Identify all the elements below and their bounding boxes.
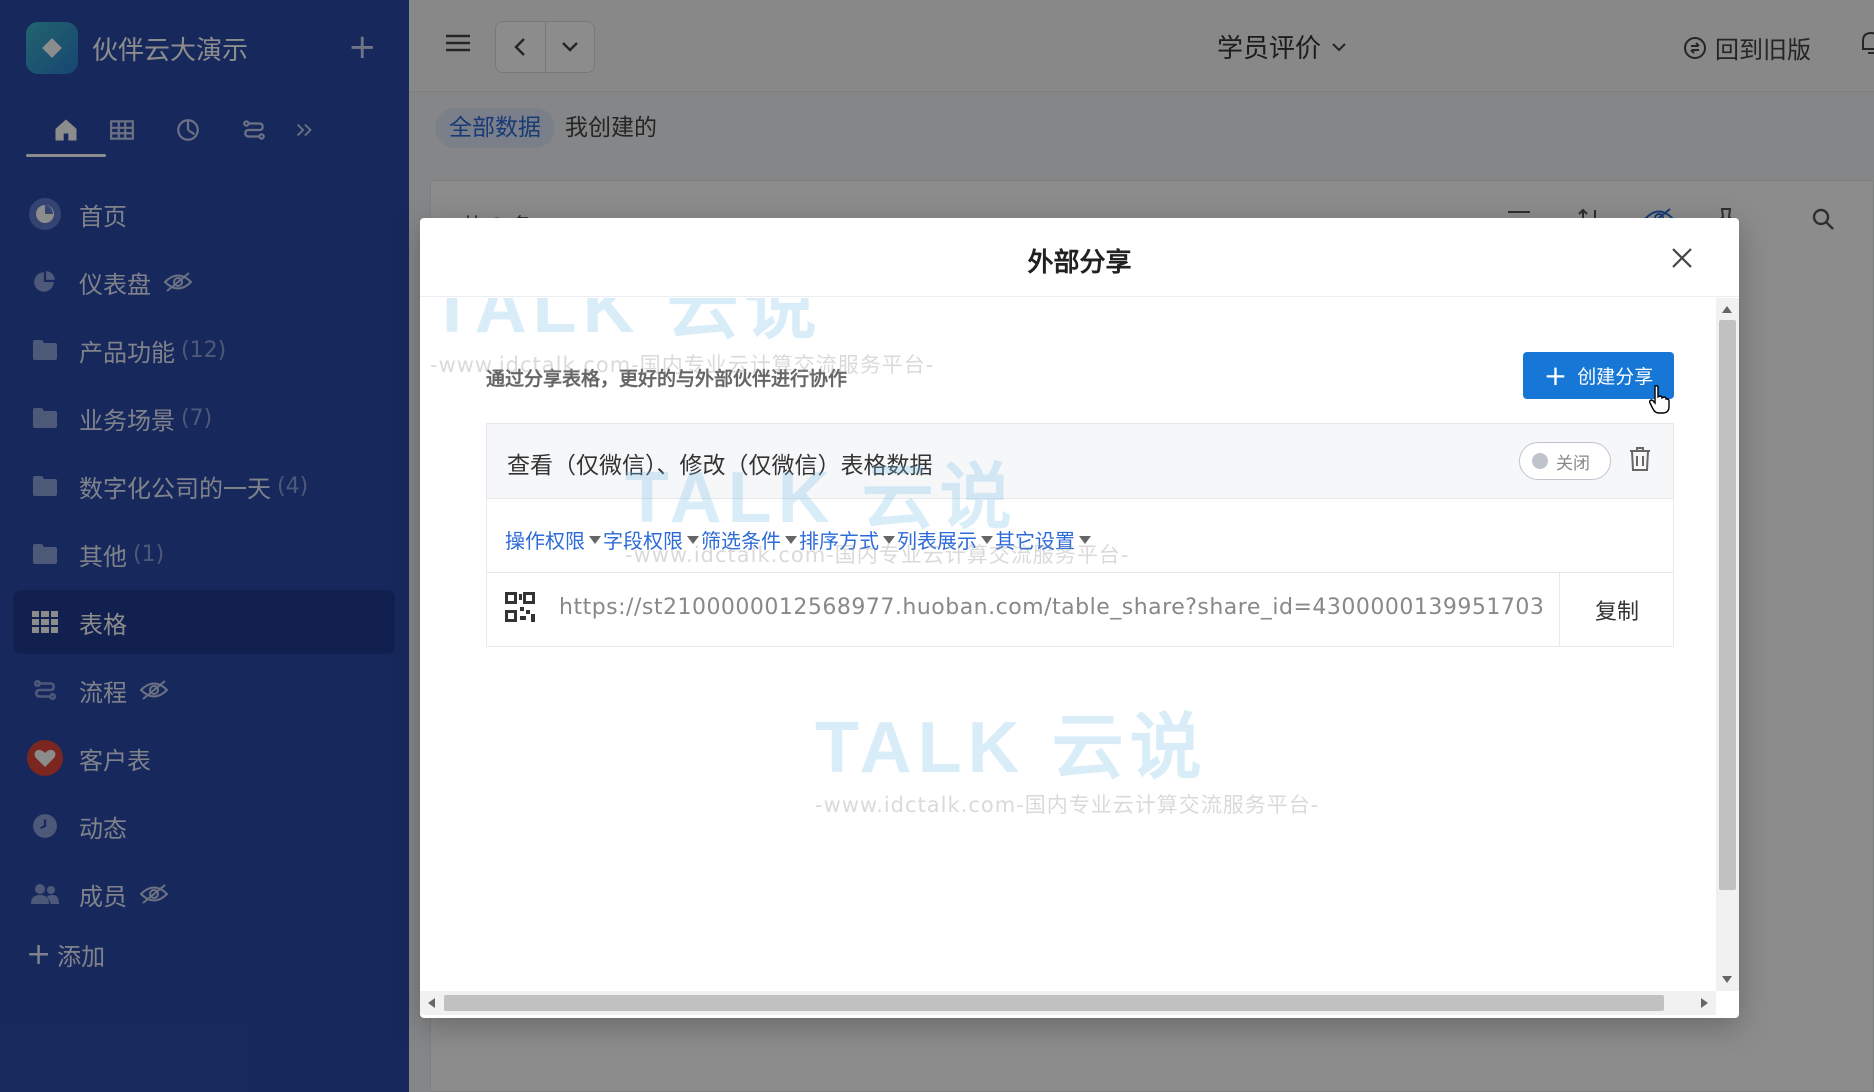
- option-filter[interactable]: 筛选条件: [701, 525, 797, 554]
- share-link-row: https://st2100000012568977.huoban.com/ta…: [487, 573, 1673, 646]
- option-sort[interactable]: 排序方式: [799, 525, 895, 554]
- create-share-label: 创建分享: [1577, 366, 1654, 388]
- share-toggle[interactable]: 关闭: [1519, 442, 1611, 480]
- watermark: TALK 云说 -www.idctalk.com-国内专业云计算交流服务平台-: [815, 688, 1319, 819]
- option-list-display[interactable]: 列表展示: [897, 525, 993, 554]
- watermark-logo: TALK 云说: [815, 708, 1208, 788]
- watermark-sub: -www.idctalk.com-国内专业云计算交流服务平台-: [815, 793, 1320, 817]
- close-icon[interactable]: [1669, 245, 1695, 271]
- option-label: 筛选条件: [701, 529, 781, 553]
- qr-code-icon[interactable]: [505, 592, 535, 626]
- copy-link-button[interactable]: 复制: [1559, 573, 1674, 646]
- scroll-up-icon[interactable]: [1722, 306, 1732, 313]
- caret-down-icon: [883, 535, 895, 544]
- option-field-permission[interactable]: 字段权限: [603, 525, 699, 554]
- scroll-right-icon[interactable]: [1701, 998, 1708, 1008]
- watermark-logo: TALK 云说: [430, 298, 823, 348]
- toggle-knob: [1532, 453, 1548, 469]
- share-item-card: 查看（仅微信）、修改（仅微信）表格数据 关闭 操作权限 字段权限 筛选条件 排序…: [486, 423, 1674, 647]
- share-hint: 通过分享表格，更好的与外部伙伴进行协作: [486, 368, 848, 390]
- scroll-left-icon[interactable]: [428, 998, 435, 1008]
- option-label: 排序方式: [799, 529, 879, 553]
- share-item-header: 查看（仅微信）、修改（仅微信）表格数据 关闭: [487, 424, 1673, 499]
- share-options-bar: 操作权限 字段权限 筛选条件 排序方式 列表展示 其它设置: [487, 499, 1673, 573]
- option-label: 操作权限: [505, 529, 585, 553]
- caret-down-icon: [1079, 535, 1091, 544]
- option-label: 其它设置: [995, 529, 1075, 553]
- hand-cursor-icon: [1648, 384, 1670, 418]
- vertical-scrollbar[interactable]: [1716, 298, 1739, 991]
- delete-share-icon[interactable]: [1629, 446, 1651, 476]
- scroll-thumb[interactable]: [1719, 320, 1736, 890]
- dialog-body: 通过分享表格，更好的与外部伙伴进行协作 + 创建分享 查看（仅微信）、修改（仅微…: [420, 298, 1716, 991]
- option-operation-permission[interactable]: 操作权限: [505, 525, 601, 554]
- scroll-down-icon[interactable]: [1722, 976, 1732, 983]
- external-share-dialog: 外部分享 通过分享表格，更好的与外部伙伴进行协作 + 创建分享 查看（仅微信）、…: [420, 218, 1739, 1018]
- caret-down-icon: [785, 535, 797, 544]
- option-other-settings[interactable]: 其它设置: [995, 525, 1091, 554]
- dialog-header: 外部分享: [420, 218, 1739, 297]
- dialog-title: 外部分享: [1027, 248, 1132, 278]
- caret-down-icon: [589, 535, 601, 544]
- share-link[interactable]: https://st2100000012568977.huoban.com/ta…: [559, 595, 1559, 620]
- option-label: 字段权限: [603, 529, 683, 553]
- option-label: 列表展示: [897, 529, 977, 553]
- caret-down-icon: [981, 535, 993, 544]
- caret-down-icon: [687, 535, 699, 544]
- share-item-title: 查看（仅微信）、修改（仅微信）表格数据: [507, 453, 933, 479]
- toggle-label: 关闭: [1556, 453, 1590, 474]
- scroll-thumb[interactable]: [444, 995, 1664, 1011]
- horizontal-scrollbar[interactable]: [420, 991, 1716, 1015]
- plus-icon: +: [1543, 358, 1568, 392]
